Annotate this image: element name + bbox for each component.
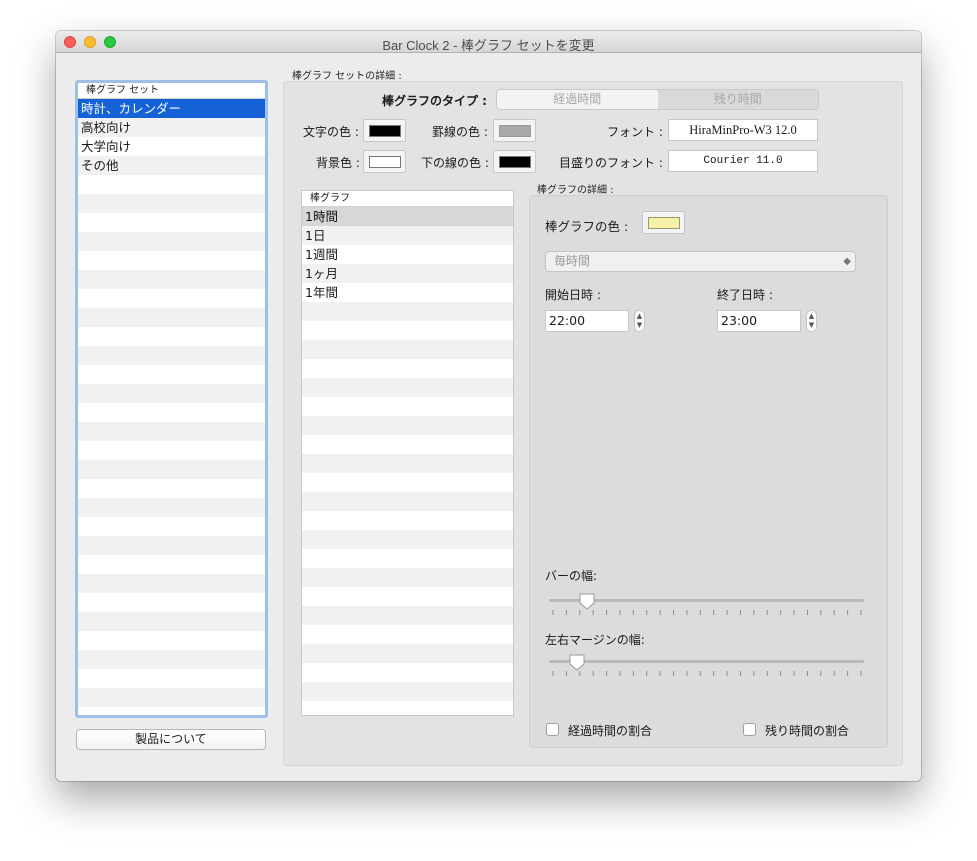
graph-item[interactable]: 1年間 xyxy=(302,283,513,302)
text-color-swatch xyxy=(369,125,401,137)
graph-item[interactable]: 1ヶ月 xyxy=(302,264,513,283)
remaining-ratio-checkbox[interactable] xyxy=(743,723,756,736)
bar-color-label: 棒グラフの色 : xyxy=(545,219,629,234)
scale-font-button[interactable]: Courier 11.0 xyxy=(668,150,818,172)
interval-popup-value: 毎時間 xyxy=(554,254,591,268)
text-color-well[interactable] xyxy=(363,119,406,142)
title-bar: Bar Clock 2 - 棒グラフ セットを変更 xyxy=(56,31,921,53)
bar-set-item[interactable]: その他 xyxy=(78,156,265,175)
graph-list[interactable]: 棒グラフ 1時間 1日 1週間 1ヶ月 1年間 xyxy=(301,190,514,716)
bar-type-segmented-control[interactable]: 経過時間 残り時間 xyxy=(496,89,819,110)
margin-width-slider[interactable] xyxy=(549,660,864,663)
end-time-field[interactable]: 23:00 xyxy=(717,310,801,332)
bar-color-swatch xyxy=(648,217,680,229)
underline-color-well[interactable] xyxy=(493,150,536,173)
elapsed-ratio-label: 経過時間の割合 xyxy=(568,724,653,738)
font-label: フォント : xyxy=(607,125,663,139)
bar-width-slider-thumb[interactable] xyxy=(578,592,596,610)
set-details-group-label: 棒グラフ セットの詳細 : xyxy=(292,71,402,82)
bar-color-well[interactable] xyxy=(642,211,685,234)
underline-color-swatch xyxy=(499,156,531,168)
bar-width-slider[interactable] xyxy=(549,599,864,602)
start-time-field[interactable]: 22:00 xyxy=(545,310,629,332)
bar-set-item[interactable]: 大学向け xyxy=(78,137,265,156)
graph-details-box: 棒グラフの色 : 毎時間 ◆ 開始日時 : 22:00 ▲ ▼ 終了日時 : 23… xyxy=(529,195,888,748)
margin-width-label: 左右マージンの幅: xyxy=(545,633,645,647)
app-window: Bar Clock 2 - 棒グラフ セットを変更 棒グラフ セット 時計、カレ… xyxy=(56,31,921,781)
bar-set-item[interactable]: 時計、カレンダー xyxy=(78,99,265,118)
graph-item[interactable]: 1時間 xyxy=(302,207,513,226)
bar-width-ticks xyxy=(552,610,862,615)
background-color-swatch xyxy=(369,156,401,168)
remaining-ratio-label: 残り時間の割合 xyxy=(765,724,850,738)
underline-color-label: 下の線の色 : xyxy=(421,156,489,170)
end-datetime-label: 終了日時 : xyxy=(717,288,773,302)
background-color-well[interactable] xyxy=(363,150,406,173)
start-datetime-label: 開始日時 : xyxy=(545,288,601,302)
graph-rows: 1時間 1日 1週間 1ヶ月 1年間 xyxy=(302,207,513,715)
margin-width-ticks xyxy=(552,671,862,676)
graph-list-header: 棒グラフ xyxy=(302,191,513,207)
bar-set-rows: 時計、カレンダー 高校向け 大学向け その他 xyxy=(78,99,265,715)
start-time-stepper[interactable]: ▲ ▼ xyxy=(634,310,645,332)
scale-font-label: 目盛りのフォント : xyxy=(559,156,663,170)
segment-elapsed-time[interactable]: 経過時間 xyxy=(497,90,658,109)
rule-color-well[interactable] xyxy=(493,119,536,142)
bar-set-list-header: 棒グラフ セット xyxy=(78,83,265,99)
bar-type-label: 棒グラフのタイプ : xyxy=(382,94,487,108)
text-color-label: 文字の色 : xyxy=(303,125,359,139)
graph-item[interactable]: 1日 xyxy=(302,226,513,245)
elapsed-ratio-checkbox[interactable] xyxy=(546,723,559,736)
graph-item[interactable]: 1週間 xyxy=(302,245,513,264)
chevron-updown-icon: ◆ xyxy=(843,256,851,267)
rule-color-swatch xyxy=(499,125,531,137)
bar-set-item[interactable]: 高校向け xyxy=(78,118,265,137)
font-button[interactable]: HiraMinPro-W3 12.0 xyxy=(668,119,818,141)
graph-details-group-label: 棒グラフの詳細 : xyxy=(537,185,614,196)
interval-popup[interactable]: 毎時間 ◆ xyxy=(545,251,856,272)
rule-color-label: 罫線の色 : xyxy=(432,125,488,139)
window-title: Bar Clock 2 - 棒グラフ セットを変更 xyxy=(382,38,595,53)
background-color-label: 背景色 : xyxy=(316,156,360,170)
end-time-stepper[interactable]: ▲ ▼ xyxy=(806,310,817,332)
bar-set-list[interactable]: 棒グラフ セット 時計、カレンダー 高校向け 大学向け その他 xyxy=(75,80,268,718)
set-details-box: 棒グラフのタイプ : 経過時間 残り時間 文字の色 : 罫線の色 : フォント … xyxy=(283,81,903,766)
margin-width-slider-thumb[interactable] xyxy=(568,653,586,671)
bar-width-label: バーの幅: xyxy=(545,569,598,583)
about-button[interactable]: 製品について xyxy=(76,729,266,750)
segment-remaining-time[interactable]: 残り時間 xyxy=(657,90,818,109)
